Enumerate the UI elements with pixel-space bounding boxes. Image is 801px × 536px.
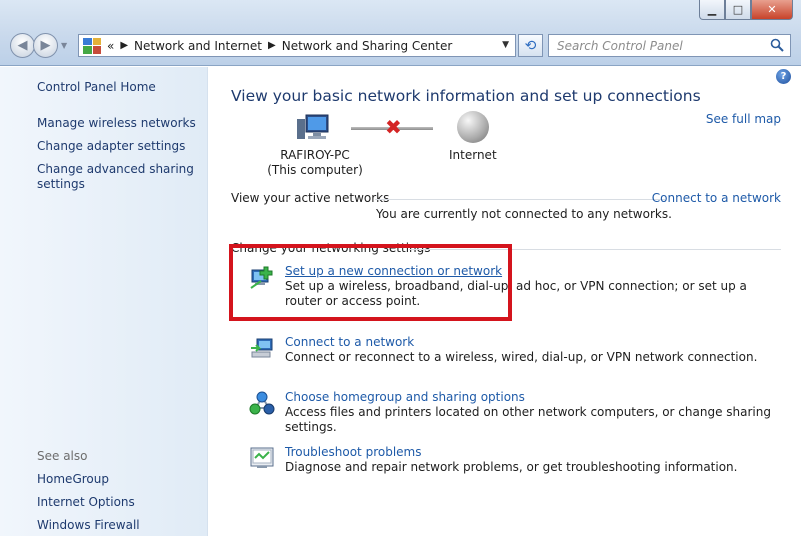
sidebar-control-panel-home[interactable]: Control Panel Home: [37, 80, 197, 95]
refresh-icon: ⟲: [524, 37, 537, 54]
close-button[interactable]: ✕: [751, 0, 793, 20]
breadcrumb-separator-icon[interactable]: ▶: [268, 40, 276, 51]
breadcrumb-network-and-sharing-center[interactable]: Network and Sharing Center: [282, 39, 453, 53]
caption-buttons: ▁ □ ✕: [699, 0, 793, 20]
address-bar[interactable]: « ▶ Network and Internet ▶ Network and S…: [78, 34, 516, 57]
sidebar-change-advanced-sharing-settings[interactable]: Change advanced sharing settings: [37, 162, 197, 192]
forward-arrow-icon: ▶: [40, 38, 51, 53]
homegroup-sharing-link[interactable]: Choose homegroup and sharing options: [285, 390, 525, 404]
sidebar-windows-firewall[interactable]: Windows Firewall: [37, 518, 197, 533]
computer-name: RAFIROY-PC: [280, 148, 350, 162]
homegroup-icon: [249, 391, 275, 415]
sidebar-manage-wireless-networks[interactable]: Manage wireless networks: [37, 116, 197, 131]
connect-network-icon: [251, 338, 273, 358]
search-icon[interactable]: [770, 38, 784, 52]
computer-label: RAFIROY-PC (This computer): [251, 148, 379, 178]
help-icon[interactable]: ?: [776, 69, 791, 84]
see-also-heading: See also: [37, 449, 88, 463]
divider: [375, 199, 665, 200]
homegroup-sharing-description: Access files and printers located on oth…: [285, 405, 771, 434]
address-overflow-chevron[interactable]: «: [107, 39, 114, 53]
forward-button[interactable]: ▶: [33, 33, 58, 58]
sidebar-change-adapter-settings[interactable]: Change adapter settings: [37, 139, 197, 154]
maximize-button[interactable]: □: [725, 0, 751, 20]
sidebar-homegroup[interactable]: HomeGroup: [37, 472, 197, 487]
task-troubleshoot: Troubleshoot problems Diagnose and repai…: [249, 445, 789, 479]
navigation-buttons: ◀ ▶ ▼: [10, 33, 67, 58]
task-homegroup: Choose homegroup and sharing options Acc…: [249, 390, 789, 434]
sidebar-internet-options[interactable]: Internet Options: [37, 495, 197, 510]
computer-sublabel: (This computer): [267, 163, 363, 177]
highlight-box: [229, 244, 512, 321]
internet-globe-icon: [457, 111, 489, 143]
refresh-button[interactable]: ⟲: [518, 34, 543, 57]
breadcrumb-network-and-internet[interactable]: Network and Internet: [134, 39, 262, 53]
back-arrow-icon: ◀: [17, 38, 28, 53]
recent-pages-dropdown[interactable]: ▼: [61, 41, 67, 50]
active-networks-label: View your active networks: [231, 191, 390, 205]
troubleshoot-problems-link[interactable]: Troubleshoot problems: [285, 445, 421, 459]
page-title: View your basic network information and …: [231, 87, 701, 105]
connect-network-task-link[interactable]: Connect to a network: [285, 335, 414, 349]
internet-label: Internet: [449, 148, 497, 162]
troubleshoot-icon: [250, 447, 274, 468]
connect-to-network-link[interactable]: Connect to a network: [652, 191, 781, 205]
control-panel-icon: [83, 37, 101, 54]
search-input[interactable]: [549, 35, 759, 56]
not-connected-message: You are currently not connected to any n…: [376, 207, 672, 221]
see-full-map-link[interactable]: See full map: [706, 112, 781, 126]
address-dropdown-icon[interactable]: ▼: [502, 40, 509, 50]
disconnected-icon: ✖: [385, 115, 402, 139]
search-box[interactable]: [548, 34, 791, 57]
troubleshoot-problems-description: Diagnose and repair network problems, or…: [285, 460, 738, 474]
computer-icon: [297, 114, 329, 139]
back-button[interactable]: ◀: [10, 33, 35, 58]
window-chrome: ▁ □ ✕ ◀ ▶ ▼ « ▶ Network and Internet ▶ N…: [0, 0, 801, 66]
task-connect-network: Connect to a network Connect or reconnec…: [249, 335, 789, 369]
connect-network-description: Connect or reconnect to a wireless, wire…: [285, 350, 758, 364]
breadcrumb-separator-icon[interactable]: ▶: [120, 40, 128, 51]
sidebar: Control Panel Home Manage wireless netwo…: [0, 67, 208, 536]
minimize-button[interactable]: ▁: [699, 0, 725, 20]
